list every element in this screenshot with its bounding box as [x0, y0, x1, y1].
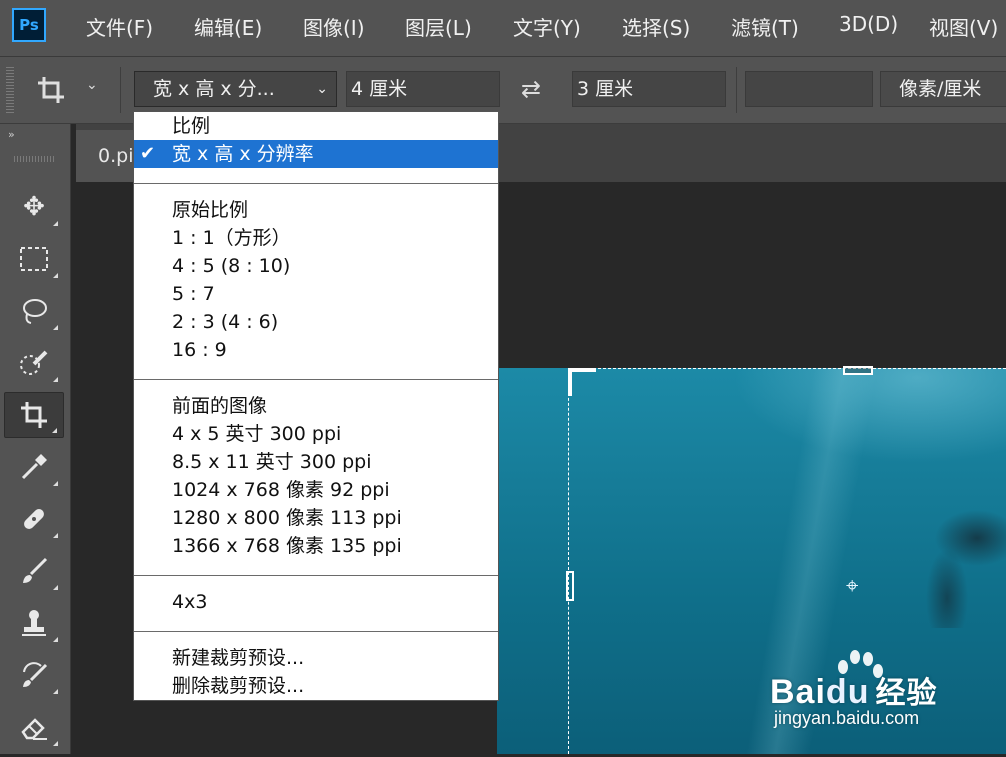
bandage-icon [24, 509, 44, 529]
baidu-jingyan-watermark: Baidu 经验 jingyan.baidu.com [770, 648, 980, 738]
clone-stamp-tool[interactable] [4, 600, 64, 646]
dropdown-separator [134, 183, 498, 184]
quick-selection-tool[interactable] [4, 340, 64, 386]
brush-icon [23, 557, 48, 583]
crop-top-handle[interactable] [843, 366, 873, 375]
crop-ratio-select[interactable]: 宽 x 高 x 分... ⌄ [134, 71, 337, 107]
history-brush-tool[interactable] [4, 652, 64, 698]
dropdown-item-8-5x11in[interactable]: 8.5 x 11 英寸 300 ppi [134, 448, 498, 476]
move-icon: ✥ [23, 192, 45, 222]
dropdown-item-new-preset[interactable]: 新建裁剪预设... [134, 644, 498, 672]
eraser-icon [21, 718, 47, 740]
lasso-icon [23, 299, 47, 324]
resolution-unit-select[interactable]: 像素/厘米 [880, 71, 1006, 107]
healing-brush-tool[interactable] [4, 496, 64, 542]
resolution-input[interactable] [745, 71, 873, 107]
lasso-tool[interactable] [4, 288, 64, 334]
crop-tool-icon [38, 77, 64, 103]
dropdown-item-5x7[interactable]: 5 : 7 [134, 280, 498, 308]
menu-bar: Ps 文件(F) 编辑(E) 图像(I) 图层(L) 文字(Y) 选择(S) 滤… [0, 0, 1006, 57]
collapse-panel-icon[interactable]: » [8, 128, 15, 141]
menu-filter[interactable]: 滤镜(T) [731, 12, 799, 41]
menu-3d[interactable]: 3D(D) [839, 12, 898, 36]
width-input[interactable]: 4 厘米 [346, 71, 500, 107]
dropdown-item-1024x768[interactable]: 1024 x 768 像素 92 ppi [134, 476, 498, 504]
dropdown-item-front-image[interactable]: 前面的图像 [134, 392, 498, 420]
dropdown-item-ratio[interactable]: 比例 [134, 112, 498, 140]
crop-corner-handle[interactable] [568, 368, 596, 396]
dropdown-item-1x1[interactable]: 1 : 1（方形） [134, 224, 498, 252]
eyedropper-icon [21, 454, 47, 480]
eyedropper-tool[interactable] [4, 444, 64, 490]
swap-dimensions-icon[interactable]: ⇄ [521, 75, 541, 103]
eraser-tool[interactable] [4, 704, 64, 750]
dropdown-item-wh-resolution[interactable]: ✔ 宽 x 高 x 分辨率 [134, 140, 498, 168]
checkmark-icon: ✔ [140, 143, 156, 164]
history-brush-icon [23, 662, 48, 687]
options-grip[interactable] [6, 67, 14, 113]
divider [120, 67, 121, 113]
dropdown-item-4x5[interactable]: 4 : 5 (8 : 10) [134, 252, 498, 280]
dropdown-item-4x5in[interactable]: 4 x 5 英寸 300 ppi [134, 420, 498, 448]
dropdown-item-delete-preset[interactable]: 删除裁剪预设... [134, 672, 498, 700]
tool-preset-picker[interactable]: ⌄ [34, 73, 106, 109]
dropdown-separator [134, 379, 498, 380]
crop-ratio-value: 宽 x 高 x 分... [153, 78, 275, 100]
dropdown-item-1366x768[interactable]: 1366 x 768 像素 135 ppi [134, 532, 498, 560]
menu-file[interactable]: 文件(F) [86, 12, 153, 41]
menu-layer[interactable]: 图层(L) [405, 12, 472, 41]
menu-edit[interactable]: 编辑(E) [194, 12, 262, 41]
dropdown-item-1280x800[interactable]: 1280 x 800 像素 113 ppi [134, 504, 498, 532]
watermark-url: jingyan.baidu.com [774, 708, 920, 728]
photoshop-logo[interactable]: Ps [12, 8, 46, 42]
dropdown-separator [134, 631, 498, 632]
move-tool[interactable]: ✥ [4, 184, 64, 230]
divider [736, 67, 737, 113]
dropdown-item-original-ratio[interactable]: 原始比例 [134, 196, 498, 224]
chevron-down-icon: ⌄ [86, 77, 98, 93]
dropdown-item-16x9[interactable]: 16 : 9 [134, 336, 498, 364]
stamp-icon [22, 610, 46, 636]
menu-type[interactable]: 文字(Y) [513, 12, 581, 41]
crop-icon [21, 402, 47, 428]
tools-panel: » ✥ [0, 124, 71, 754]
dropdown-item-2x3[interactable]: 2 : 3 (4 : 6) [134, 308, 498, 336]
marquee-tool[interactable] [4, 236, 64, 282]
dropdown-item-4x3[interactable]: 4x3 [134, 588, 498, 616]
brush-tool[interactable] [4, 548, 64, 594]
crop-ratio-dropdown: 比例 ✔ 宽 x 高 x 分辨率 原始比例 1 : 1（方形） 4 : 5 (8… [133, 111, 499, 701]
height-input[interactable]: 3 厘米 [572, 71, 726, 107]
dropdown-separator [134, 575, 498, 576]
menu-view[interactable]: 视图(V) [929, 12, 998, 41]
tools-grip[interactable] [14, 156, 54, 162]
crop-left-handle[interactable] [566, 571, 574, 601]
crop-center-crosshair-icon: ⌖ [846, 574, 859, 599]
menu-select[interactable]: 选择(S) [622, 12, 690, 41]
marquee-icon [20, 247, 48, 271]
crop-tool[interactable] [4, 392, 64, 438]
quick-selection-icon [20, 350, 48, 375]
watermark-brand: Baidu 经验 [770, 673, 938, 711]
chevron-down-icon: ⌄ [316, 81, 328, 97]
menu-image[interactable]: 图像(I) [303, 12, 365, 41]
